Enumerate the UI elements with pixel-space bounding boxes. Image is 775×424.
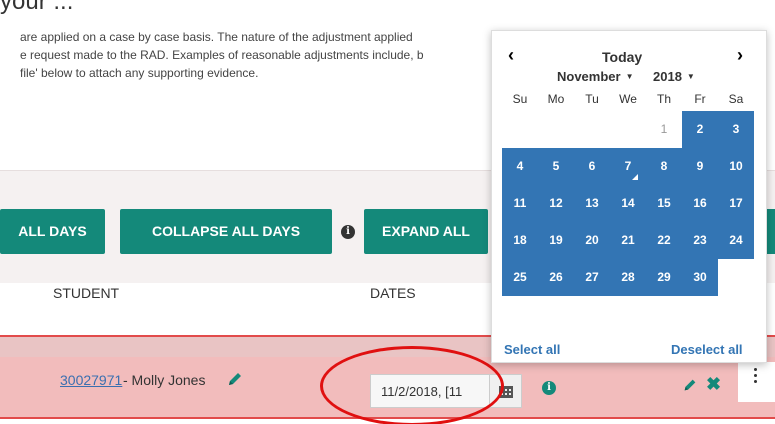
x-icon[interactable]: ✖ <box>706 374 721 395</box>
calendar-day[interactable]: 2 <box>682 111 718 148</box>
intro-line-1: are applied on a case by case basis. The… <box>20 30 413 44</box>
chevron-left-icon[interactable]: ‹ <box>508 45 514 66</box>
calendar-day[interactable]: 16 <box>682 185 718 222</box>
calendar-empty-cell <box>538 111 574 148</box>
column-header-dates: DATES <box>370 285 416 301</box>
calendar-day[interactable]: 3 <box>718 111 754 148</box>
caret-down-icon: ▼ <box>625 72 634 81</box>
pencil-icon[interactable] <box>226 370 244 388</box>
date-picker-popup: ‹ Today › November ▼ 2018 ▼ Su Mo Tu We Th Fr Sa… <box>491 30 767 363</box>
calendar-grid: 1 2 3 4 5 6 7 8 9 10 11 12 13 14 15 16 17 18 19 20 21 22 23 24 2… <box>502 111 754 296</box>
calendar-day[interactable]: 19 <box>538 222 574 259</box>
caret-down-icon: ▼ <box>686 72 695 81</box>
kebab-menu-icon[interactable] <box>754 368 758 386</box>
calendar-day[interactable]: 15 <box>646 185 682 222</box>
calendar-button[interactable] <box>490 374 522 408</box>
weekday-label: Fr <box>694 92 706 106</box>
calendar-day[interactable]: 4 <box>502 148 538 185</box>
column-header-student: STUDENT <box>53 285 120 301</box>
calendar-day[interactable]: 22 <box>646 222 682 259</box>
dates-input[interactable] <box>370 374 490 408</box>
calendar-day[interactable]: 5 <box>538 148 574 185</box>
calendar-day[interactable]: 28 <box>610 259 646 296</box>
weekday-label: Su <box>512 92 528 106</box>
collapse-all-days-button[interactable]: COLLAPSE ALL DAYS <box>120 209 332 254</box>
info-circle-icon[interactable]: i <box>341 225 355 239</box>
page-heading-fragment: your ... <box>0 0 74 15</box>
student-name: - Molly Jones <box>123 372 206 388</box>
select-all-link[interactable]: Select all <box>504 342 560 357</box>
info-circle-icon[interactable]: i <box>542 381 556 395</box>
calendar-day[interactable]: 9 <box>682 148 718 185</box>
calendar-day[interactable]: 17 <box>718 185 754 222</box>
calendar-day[interactable]: 12 <box>538 185 574 222</box>
calendar-day[interactable]: 29 <box>646 259 682 296</box>
weekday-label: Sa <box>728 92 744 106</box>
calendar-day[interactable]: 11 <box>502 185 538 222</box>
expand-all-button[interactable]: EXPAND ALL <box>364 209 488 254</box>
expand-all-days-button[interactable]: ALL DAYS <box>0 209 105 254</box>
calendar-empty-cell <box>610 111 646 148</box>
month-select[interactable]: November ▼ <box>557 69 634 84</box>
intro-text: are applied on a case by case basis. The… <box>20 28 424 82</box>
calendar-day[interactable]: 6 <box>574 148 610 185</box>
intro-line-3: file' below to attach any supporting evi… <box>20 66 259 80</box>
calendar-day[interactable]: 25 <box>502 259 538 296</box>
intro-line-2: e request made to the RAD. Examples of r… <box>20 48 424 62</box>
calendar-day[interactable]: 13 <box>574 185 610 222</box>
year-value: 2018 <box>653 69 682 84</box>
calendar-day[interactable]: 23 <box>682 222 718 259</box>
today-button[interactable]: Today <box>602 49 642 65</box>
calendar-day[interactable]: 30 <box>682 259 718 296</box>
calendar-day[interactable]: 14 <box>610 185 646 222</box>
weekday-label: We <box>619 92 637 106</box>
calendar-empty-cell <box>574 111 610 148</box>
calendar-empty-cell <box>502 111 538 148</box>
student-id-link[interactable]: 30027971 <box>60 372 122 388</box>
weekday-label: Mo <box>547 92 565 106</box>
deselect-all-link[interactable]: Deselect all <box>671 342 743 357</box>
calendar-day[interactable]: 18 <box>502 222 538 259</box>
year-select[interactable]: 2018 ▼ <box>653 69 695 84</box>
calendar-day[interactable]: 1 <box>646 111 682 148</box>
calendar-empty-cell <box>718 259 754 296</box>
calendar-day[interactable]: 10 <box>718 148 754 185</box>
chevron-right-icon[interactable]: › <box>737 45 743 66</box>
calendar-day[interactable]: 27 <box>574 259 610 296</box>
calendar-day[interactable]: 20 <box>574 222 610 259</box>
calendar-day[interactable]: 24 <box>718 222 754 259</box>
weekday-label: Th <box>656 92 671 106</box>
calendar-day[interactable]: 8 <box>646 148 682 185</box>
calendar-day[interactable]: 7 <box>610 148 646 185</box>
weekday-label: Tu <box>585 92 599 106</box>
pencil-icon[interactable] <box>682 377 698 393</box>
calendar-icon <box>499 386 513 398</box>
month-value: November <box>557 69 621 84</box>
calendar-day[interactable]: 21 <box>610 222 646 259</box>
calendar-day[interactable]: 26 <box>538 259 574 296</box>
weekday-header: Su Mo Tu We Th Fr Sa <box>502 92 754 106</box>
